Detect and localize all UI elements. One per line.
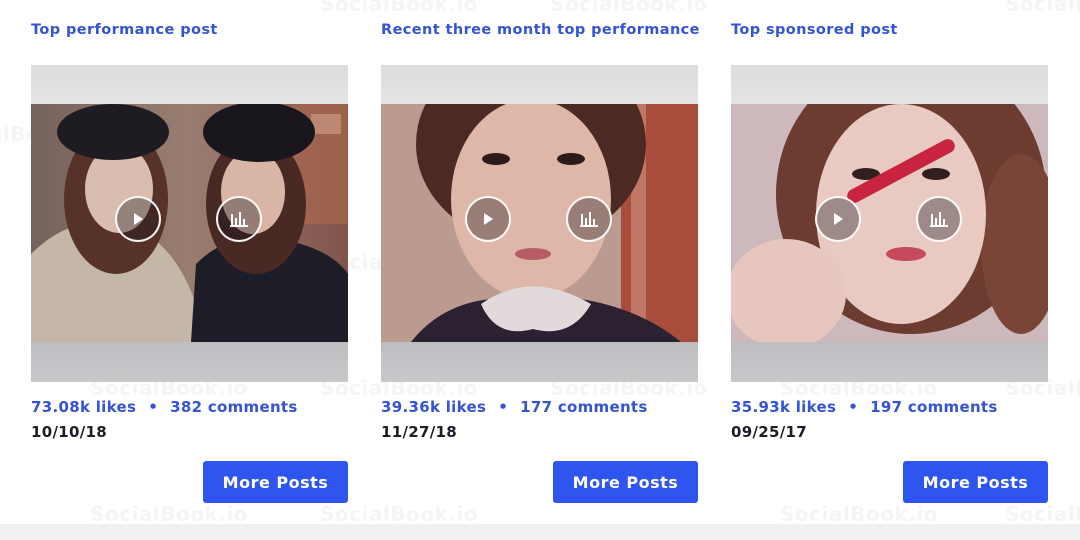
stats-separator: • [498,398,509,416]
post-date: 09/25/17 [731,423,807,441]
thumbnail-letterbox-bottom [381,342,698,382]
stats-separator: • [148,398,159,416]
comments-count: 177 comments [520,398,648,416]
bar-chart-icon [930,212,948,227]
card-title: Top sponsored post [731,22,898,38]
stats-separator: • [848,398,859,416]
card-title: Top performance post [31,22,218,38]
card-title: Recent three month top performance [381,22,700,38]
thumbnail-letterbox-bottom [731,342,1048,382]
post-thumbnail[interactable] [731,65,1048,382]
more-posts-button[interactable]: More Posts [553,461,698,503]
thumbnail-letterbox-top [381,65,698,104]
post-image [731,104,1048,342]
comments-count: 197 comments [870,398,998,416]
bar-chart-icon [580,212,598,227]
play-icon [484,213,493,225]
comments-count: 382 comments [170,398,298,416]
play-icon [134,213,143,225]
post-image [381,104,698,342]
stats-button[interactable] [216,196,262,242]
thumbnail-letterbox-top [31,65,348,104]
likes-count: 39.36k likes [381,398,487,416]
post-thumbnail[interactable] [381,65,698,382]
post-card-top-sponsored: Top sponsored post 35.93k likes • 197 co… [731,0,1049,540]
likes-count: 35.93k likes [731,398,837,416]
post-card-recent-top-performance: Recent three month top performance 39.36… [381,0,700,540]
post-thumbnail[interactable] [31,65,348,382]
more-posts-button[interactable]: More Posts [203,461,348,503]
play-icon [834,213,843,225]
post-image [31,104,348,342]
post-card-top-performance: Top performance post 73.08k likes • 382 … [31,0,349,540]
stats-button[interactable] [916,196,962,242]
top-posts-section: SocialBook.io SocialBook.io SocialBook.i… [0,0,1080,540]
engagement-stats: 35.93k likes • 197 comments [731,398,998,416]
play-button[interactable] [465,196,511,242]
more-posts-button[interactable]: More Posts [903,461,1048,503]
engagement-stats: 39.36k likes • 177 comments [381,398,648,416]
stats-button[interactable] [566,196,612,242]
post-date: 10/10/18 [31,423,107,441]
likes-count: 73.08k likes [31,398,137,416]
play-button[interactable] [115,196,161,242]
play-button[interactable] [815,196,861,242]
engagement-stats: 73.08k likes • 382 comments [31,398,298,416]
bar-chart-icon [230,212,248,227]
thumbnail-letterbox-bottom [31,342,348,382]
thumbnail-letterbox-top [731,65,1048,104]
post-date: 11/27/18 [381,423,457,441]
